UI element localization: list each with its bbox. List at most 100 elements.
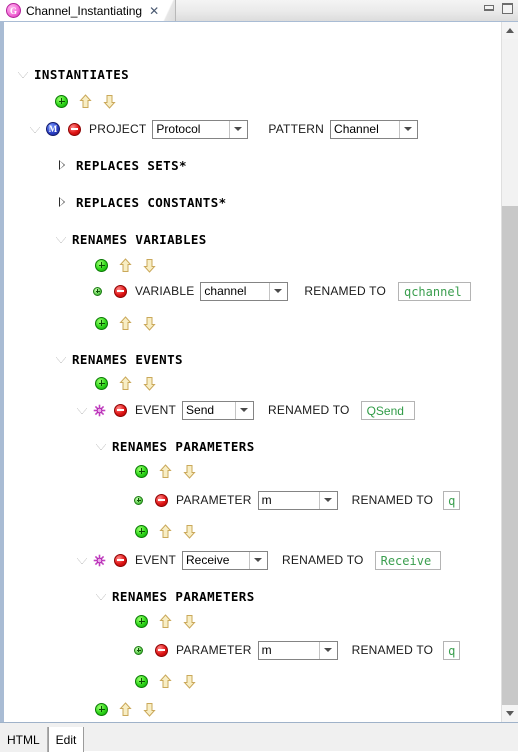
- small-add-icon[interactable]: [93, 286, 102, 296]
- add-icon[interactable]: [135, 674, 148, 688]
- editor-bottom-bar: HTML Edit: [0, 722, 518, 752]
- move-down-icon[interactable]: [143, 258, 156, 273]
- delete-icon[interactable]: [155, 643, 168, 657]
- move-down-icon[interactable]: [143, 316, 156, 331]
- move-up-icon[interactable]: [159, 613, 172, 629]
- event-badge-icon: [93, 404, 106, 417]
- renames-parameters-label: RENAMES PARAMETERS: [112, 438, 255, 454]
- move-down-icon[interactable]: [143, 702, 156, 717]
- chevron-down-icon[interactable]: [77, 405, 88, 416]
- toolbar-parameters-2-bottom: [135, 670, 196, 692]
- scrollbar-track[interactable]: [502, 39, 518, 705]
- move-up-icon[interactable]: [119, 701, 132, 717]
- scroll-down-button[interactable]: [502, 705, 518, 722]
- replaces-sets-label: REPLACES SETS*: [76, 157, 187, 173]
- toolbar-events-bottom: [95, 698, 156, 720]
- row-renames-variables[interactable]: RENAMES VARIABLES: [56, 228, 207, 250]
- add-icon[interactable]: [95, 702, 108, 716]
- parameter-renamed-input[interactable]: q: [443, 640, 461, 660]
- move-up-icon[interactable]: [119, 315, 132, 331]
- toolbar-parameters-2-top: [135, 610, 196, 632]
- move-up-icon[interactable]: [159, 523, 172, 539]
- tab-channel-instantiating[interactable]: G Channel_Instantiating ✕: [0, 0, 177, 21]
- vertical-scrollbar[interactable]: [501, 22, 518, 722]
- project-select[interactable]: Protocol: [152, 119, 249, 139]
- move-down-icon[interactable]: [143, 376, 156, 391]
- add-icon[interactable]: [135, 614, 148, 628]
- add-icon[interactable]: [95, 258, 108, 272]
- maximize-icon[interactable]: [501, 3, 514, 14]
- add-icon[interactable]: [95, 316, 108, 330]
- row-replaces-sets[interactable]: REPLACES SETS*: [57, 154, 187, 176]
- move-up-icon[interactable]: [159, 673, 172, 689]
- delete-icon[interactable]: [68, 122, 81, 136]
- delete-icon[interactable]: [114, 403, 127, 417]
- parameter-label: PARAMETER: [176, 493, 252, 507]
- tab-edit[interactable]: Edit: [47, 727, 85, 752]
- event-select-wrap[interactable]: Receive: [182, 550, 269, 570]
- tab-html-label: HTML: [7, 732, 40, 747]
- move-up-icon[interactable]: [79, 93, 92, 109]
- scroll-up-button[interactable]: [502, 22, 518, 39]
- event-select-wrap[interactable]: Send: [182, 400, 255, 420]
- chevron-down-icon[interactable]: [77, 555, 88, 566]
- add-icon[interactable]: [55, 94, 68, 108]
- replaces-constants-label: REPLACES CONSTANTS*: [76, 194, 227, 210]
- renamed-to-label: RENAMED TO: [351, 643, 434, 657]
- move-down-icon[interactable]: [183, 524, 196, 539]
- delete-icon[interactable]: [114, 284, 127, 298]
- chevron-down-icon[interactable]: [56, 354, 67, 365]
- variable-select-wrap[interactable]: channel: [200, 281, 289, 301]
- row-instantiates[interactable]: INSTANTIATES: [18, 63, 129, 85]
- row-event-receive: EVENT Receive RENAMED TO Receive: [77, 549, 441, 571]
- pattern-select-wrap[interactable]: Channel: [330, 119, 419, 139]
- close-icon[interactable]: ✕: [149, 5, 159, 17]
- chevron-down-icon[interactable]: [56, 234, 67, 245]
- move-down-icon[interactable]: [103, 94, 116, 109]
- parameter-select-wrap[interactable]: m: [257, 490, 338, 510]
- pattern-label: PATTERN: [268, 122, 325, 136]
- parameter-select[interactable]: m: [257, 490, 338, 510]
- move-down-icon[interactable]: [183, 614, 196, 629]
- small-add-icon[interactable]: [134, 495, 143, 505]
- variable-select[interactable]: channel: [200, 281, 289, 301]
- chevron-right-icon[interactable]: [57, 159, 68, 171]
- pattern-select[interactable]: Channel: [330, 119, 419, 139]
- add-icon[interactable]: [135, 524, 148, 538]
- delete-icon[interactable]: [155, 493, 168, 507]
- row-parameter-1: PARAMETER m RENAMED TO q: [134, 489, 461, 511]
- add-icon[interactable]: [95, 376, 108, 390]
- small-add-icon[interactable]: [134, 645, 143, 655]
- row-replaces-constants[interactable]: REPLACES CONSTANTS*: [57, 191, 227, 213]
- move-up-icon[interactable]: [119, 257, 132, 273]
- move-down-icon[interactable]: [183, 674, 196, 689]
- event-renamed-input[interactable]: Receive: [374, 550, 441, 570]
- event-select[interactable]: Send: [182, 400, 255, 420]
- add-icon[interactable]: [135, 464, 148, 478]
- scrollbar-thumb[interactable]: [502, 39, 518, 206]
- row-renames-parameters-1[interactable]: RENAMES PARAMETERS: [96, 435, 255, 457]
- move-up-icon[interactable]: [119, 375, 132, 391]
- chevron-down-icon[interactable]: [18, 69, 29, 80]
- event-renamed-input[interactable]: QSend: [360, 400, 415, 420]
- variable-renamed-input[interactable]: qchannel: [397, 281, 471, 301]
- tab-html[interactable]: HTML: [0, 727, 48, 752]
- project-select-wrap[interactable]: Protocol: [152, 119, 249, 139]
- chevron-down-icon[interactable]: [96, 591, 107, 602]
- event-select[interactable]: Receive: [182, 550, 269, 570]
- event-badge-icon: [93, 554, 106, 567]
- chevron-down-icon[interactable]: [30, 124, 41, 135]
- chevron-right-icon[interactable]: [57, 196, 68, 208]
- move-down-icon[interactable]: [183, 464, 196, 479]
- row-renames-events[interactable]: RENAMES EVENTS: [56, 348, 183, 370]
- delete-icon[interactable]: [114, 553, 127, 567]
- parameter-select-wrap[interactable]: m: [257, 640, 338, 660]
- move-up-icon[interactable]: [159, 463, 172, 479]
- parameter-select[interactable]: m: [257, 640, 338, 660]
- renames-events-label: RENAMES EVENTS: [72, 351, 183, 367]
- row-renames-parameters-2[interactable]: RENAMES PARAMETERS: [96, 585, 255, 607]
- chevron-down-icon[interactable]: [96, 441, 107, 452]
- row-variable: VARIABLE channel RENAMED TO qchannel: [93, 280, 471, 302]
- minimize-icon[interactable]: [483, 3, 496, 14]
- parameter-renamed-input[interactable]: q: [443, 490, 461, 510]
